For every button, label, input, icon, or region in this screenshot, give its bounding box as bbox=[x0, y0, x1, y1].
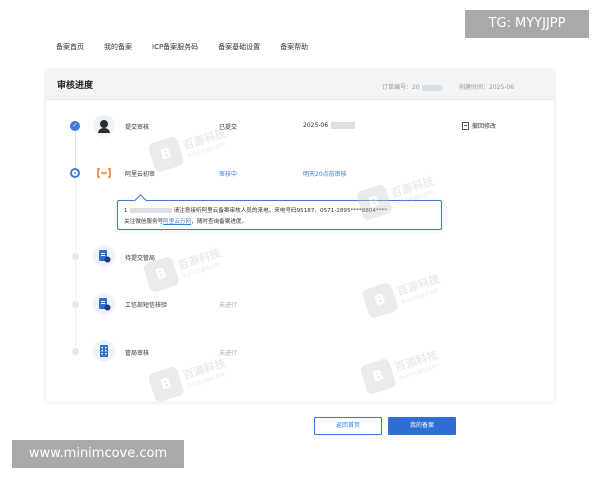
step-name-initial-review: 阿里云初审 bbox=[125, 171, 156, 178]
site-url-tag: www.minimcove.com bbox=[12, 440, 184, 468]
avatar-icon bbox=[93, 115, 115, 137]
tooltip-line-2: 关注微信服务号阿里云万网，随时查询备案进度。 bbox=[124, 219, 248, 225]
my-filings-button[interactable]: 我的备案 bbox=[388, 417, 456, 435]
step-status-sms-verify: 未进行 bbox=[219, 302, 238, 309]
top-nav: 备案首页 我的备案 ICP备案服务码 备案基础设置 备案帮助 bbox=[56, 42, 328, 52]
step-extra-submit: 2025-06 bbox=[303, 122, 329, 129]
telegram-tag: TG: MYYJJPP bbox=[465, 10, 589, 38]
step-name-sms-verify: 工信部短信核验 bbox=[125, 302, 168, 309]
step-current-dot bbox=[70, 168, 80, 178]
nav-item-icp-service-code[interactable]: ICP备案服务码 bbox=[152, 42, 198, 52]
step-name-submit: 提交审核 bbox=[125, 124, 150, 131]
redacted-block bbox=[331, 122, 355, 129]
edit-document-icon bbox=[462, 121, 469, 130]
aliyun-icon bbox=[93, 162, 115, 184]
nav-item-help[interactable]: 备案帮助 bbox=[280, 42, 308, 52]
building-icon bbox=[93, 340, 115, 362]
redacted-block bbox=[129, 208, 172, 213]
timeline-line-pending bbox=[75, 178, 76, 348]
step-pending-dot bbox=[72, 301, 79, 308]
page-title: 审核进度 bbox=[57, 81, 94, 91]
step-pending-dot bbox=[72, 348, 79, 355]
back-home-button[interactable]: 返回首页 bbox=[314, 417, 382, 435]
call-notice-tooltip: 1 请注意接听阿里云备案审核人员的来电，来电号码95187、0571-2895**… bbox=[117, 200, 442, 230]
created-time: 创建时间：2025-06 bbox=[459, 84, 515, 91]
sms-verify-icon bbox=[93, 293, 115, 315]
revoke-edit-link[interactable]: 撤回修改 bbox=[462, 121, 496, 130]
tooltip-line-1: 1 请注意接听阿里云备案审核人员的来电，来电号码95187、0571-2895**… bbox=[124, 208, 388, 214]
progress-card-header: 审核进度 订单编号：20 创建时间：2025-06 bbox=[46, 70, 554, 100]
step-status-submit: 已提交 bbox=[219, 124, 238, 131]
nav-item-home[interactable]: 备案首页 bbox=[56, 42, 84, 52]
progress-card: 审核进度 订单编号：20 创建时间：2025-06 bbox=[46, 70, 554, 402]
step-status-bureau-review: 未进行 bbox=[219, 350, 238, 357]
step-pending-dot bbox=[72, 253, 79, 260]
nav-item-basic-settings[interactable]: 备案基础设置 bbox=[218, 42, 260, 52]
step-name-bureau-review: 管局审核 bbox=[125, 350, 150, 357]
redacted-block bbox=[421, 84, 442, 91]
step-status-initial-review: 审核中 bbox=[219, 171, 238, 178]
aliyun-wanwang-link[interactable]: 阿里云万网 bbox=[163, 219, 191, 225]
nav-item-my-filings[interactable]: 我的备案 bbox=[104, 42, 132, 52]
document-submit-icon bbox=[93, 245, 115, 267]
order-number: 订单编号：20 bbox=[382, 82, 442, 91]
step-extra-initial-review: 明天20点前审核 bbox=[303, 171, 347, 178]
revoke-edit-label: 撤回修改 bbox=[472, 123, 497, 130]
step-done-dot: ✓ bbox=[70, 121, 80, 131]
step-name-submit-bureau: 待提交管局 bbox=[125, 255, 156, 262]
